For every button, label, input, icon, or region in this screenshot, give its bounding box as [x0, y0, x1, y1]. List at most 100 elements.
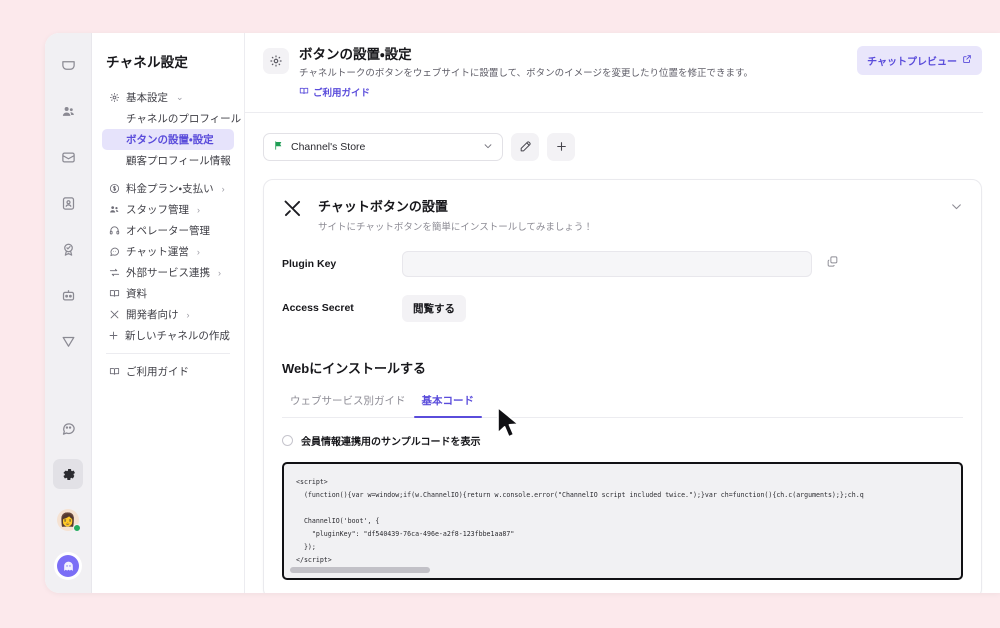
card-header-text: チャットボタンの設置 サイトにチャットボタンを簡単にインストールしてみましょう！ [318, 196, 938, 233]
collapse-card-button[interactable] [950, 200, 963, 216]
card-header: チャットボタンの設置 サイトにチャットボタンを簡単にインストールしてみましょう！ [282, 196, 963, 233]
gear-icon [263, 48, 289, 74]
chevron-right-icon: › [221, 183, 225, 194]
sidebar-item-label: オペレーター管理 [126, 225, 210, 237]
book-icon [108, 288, 120, 299]
tab-basic-code[interactable]: 基本コード [413, 393, 483, 418]
card-subtitle: サイトにチャットボタンを簡単にインストールしてみましょう！ [318, 221, 593, 233]
settings-scroll-area[interactable]: Channel's Store チャットボタンの設置 サイトにチャットボタンを簡… [245, 113, 1000, 593]
page-title: ボタンの設置・設定 [299, 47, 412, 62]
sidebar-item-operators[interactable]: オペレーター管理 [102, 220, 234, 241]
main-content: ボタンの設置・設定 チャネルトークのボタンをウェブサイトに設置して、ボタンのイメ… [245, 33, 1000, 593]
settings-icon[interactable] [53, 459, 83, 489]
tab-web-service-guide[interactable]: ウェブサービス別ガイド [282, 393, 414, 417]
inbox-desk-icon[interactable] [53, 50, 83, 80]
sidebar-item-customer-profile[interactable]: 顧客プロフィール情報 [102, 150, 234, 171]
sidebar-item-button-settings[interactable]: ボタンの設置・設定 [102, 129, 234, 150]
sidebar-item-chat-operations[interactable]: チャット運営 › [102, 241, 234, 262]
access-secret-label: Access Secret [282, 302, 354, 314]
plugin-key-input[interactable] [402, 250, 812, 277]
add-store-button[interactable] [547, 132, 575, 161]
sidebar-item-new-channel[interactable]: 新しいチャネルの作成 [102, 325, 234, 346]
staff-icon [108, 204, 120, 215]
chevron-down-icon [483, 141, 493, 153]
bot-icon[interactable] [53, 280, 83, 310]
sidebar-item-staff[interactable]: スタッフ管理 › [102, 199, 234, 220]
sidebar-item-label: ご利用ガイド [126, 366, 189, 378]
scrollbar-thumb[interactable] [290, 566, 430, 573]
send-icon[interactable] [53, 326, 83, 356]
integration-icon [108, 267, 120, 278]
user-guide-link[interactable]: ご利用ガイド [299, 85, 370, 99]
user-guide-link-label: ご利用ガイド [313, 88, 371, 99]
sidebar-item-label: 新しいチャネルの作成 [125, 330, 230, 342]
channel-talk-logo[interactable] [53, 551, 83, 581]
settings-sidebar: チャネル設定 基本設定 ⌄ チャネルのプロフィール ボタンの設置・設定 顧客プロ… [92, 33, 245, 593]
page-header-text: ボタンの設置・設定 チャネルトークのボタンをウェブサイトに設置して、ボタンのイメ… [299, 46, 847, 101]
mail-icon[interactable] [53, 142, 83, 172]
book-icon [299, 86, 309, 99]
code-snippet-box[interactable]: <script> (function(){var w=window;if(w.C… [282, 461, 963, 580]
online-status-dot [73, 524, 81, 532]
sidebar-item-documents[interactable]: 資料 [102, 283, 234, 304]
sidebar-item-label: 外部サービス連携 [126, 267, 210, 279]
checkbox-icon[interactable] [282, 434, 293, 446]
sidebar-item-label: スタッフ管理 [126, 204, 189, 216]
sidebar-item-label: チャット運営 [126, 246, 189, 258]
chevron-right-icon: › [197, 204, 200, 215]
team-chat-icon[interactable] [53, 96, 83, 126]
page-subtitle: チャネルトークのボタンをウェブサイトに設置して、ボタンのイメージを変更したり位置… [299, 68, 754, 79]
sidebar-item-label: チャネルのプロフィール [126, 113, 242, 125]
sidebar-group-label: 基本設定 [126, 92, 168, 104]
dollar-circle-icon [108, 183, 120, 194]
chat-preview-label: チャットプレビュー [867, 57, 957, 68]
ghost-logo-icon [57, 555, 79, 577]
view-access-secret-button[interactable]: 閲覧する [402, 294, 466, 322]
sidebar-item-billing[interactable]: 料金プラン・支払い › [102, 178, 234, 199]
content-right-edge [983, 33, 1000, 593]
sidebar-item-integrations[interactable]: 外部サービス連携 › [102, 262, 234, 283]
chevron-right-icon: › [186, 309, 190, 320]
sidebar-item-label: 資料 [126, 288, 147, 300]
access-secret-row: Access Secret 閲覧する [282, 294, 963, 322]
sidebar-item-label: 料金プラン・支払い [126, 183, 214, 195]
sidebar-divider [106, 353, 230, 354]
install-tabs: ウェブサービス別ガイド 基本コード [282, 393, 963, 418]
contacts-icon[interactable] [53, 188, 83, 218]
help-icon[interactable] [53, 413, 83, 443]
page-header: ボタンの設置・設定 チャネルトークのボタンをウェブサイトに設置して、ボタンのイメ… [245, 33, 1000, 113]
sidebar-item-label: 顧客プロフィール情報 [126, 155, 231, 167]
store-selector-row: Channel's Store [245, 132, 1000, 161]
headset-icon [108, 225, 120, 236]
green-flag-icon [273, 140, 284, 154]
tools-icon [282, 198, 306, 224]
rail-bottom-group: 👩 [45, 413, 91, 581]
chevron-down-icon: ⌄ [176, 92, 184, 102]
code-snippet-text: <script> (function(){var w=window;if(w.C… [296, 477, 864, 564]
app-window: 👩 チャネル設定 基本設定 ⌄ チャネルのプロフィール ボタンの設置・設定 顧客 [45, 33, 1000, 593]
copy-icon[interactable] [826, 255, 839, 273]
sidebar-group-basic-settings[interactable]: 基本設定 ⌄ [102, 87, 234, 108]
web-install-section-title: Webにインストールする [282, 360, 426, 376]
sidebar-item-channel-profile[interactable]: チャネルのプロフィール [102, 108, 241, 129]
marketing-badge-icon[interactable] [53, 234, 83, 264]
member-sample-code-checkbox-row[interactable]: 会員情報連携用のサンプルコードを表示 [282, 433, 963, 448]
edit-store-button[interactable] [511, 132, 539, 161]
avatar-image: 👩 [57, 509, 81, 532]
chat-button-install-card: チャットボタンの設置 サイトにチャットボタンを簡単にインストールしてみましょう！… [263, 178, 982, 593]
code-horizontal-scrollbar[interactable] [290, 566, 940, 573]
gear-icon [108, 92, 120, 103]
card-title: チャットボタンの設置 [318, 198, 448, 214]
external-link-icon [962, 54, 972, 67]
sidebar-item-user-guide[interactable]: ご利用ガイド [102, 361, 234, 382]
checkbox-label: 会員情報連携用のサンプルコードを表示 [301, 436, 481, 448]
plugin-key-row: Plugin Key [282, 250, 963, 277]
developer-icon [108, 309, 120, 320]
user-avatar[interactable]: 👩 [53, 505, 83, 535]
chevron-right-icon: › [218, 267, 221, 278]
sidebar-item-developers[interactable]: 開発者向け › [102, 304, 234, 325]
chat-preview-button[interactable]: チャットプレビュー [857, 46, 982, 75]
chat-bubble-icon [108, 246, 120, 257]
store-select[interactable]: Channel's Store [263, 132, 503, 161]
